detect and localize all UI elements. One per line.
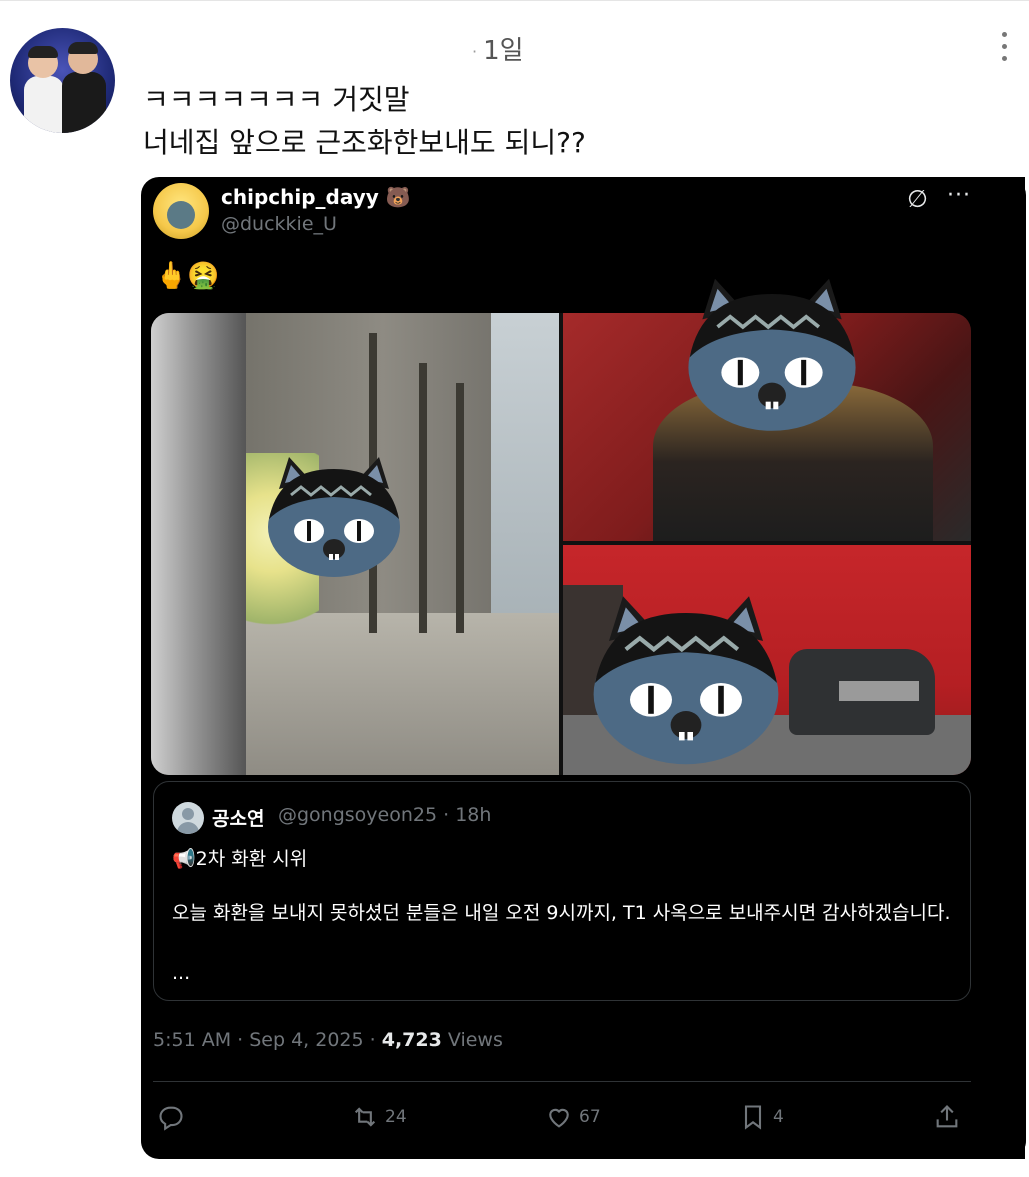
- quoted-author-avatar[interactable]: [153, 183, 209, 239]
- reply-time[interactable]: · 1일: [472, 30, 524, 67]
- cat-sticker-2: [688, 278, 856, 431]
- share-icon: [936, 1105, 958, 1128]
- tweet-meta: 5:51 AM · Sep 4, 2025 · 4,723 Views: [153, 1029, 503, 1051]
- nested-quote-handle[interactable]: @gongsoyeon25 · 18h: [278, 804, 491, 826]
- views-label: Views: [441, 1029, 503, 1051]
- tweet-timestamp[interactable]: 5:51 AM · Sep 4, 2025 ·: [153, 1029, 382, 1051]
- nested-quote-author-name[interactable]: 공소연: [212, 804, 264, 831]
- reply-text-line2: 너네집 앞으로 근조화한보내도 되니??: [143, 126, 586, 159]
- bookmark-icon: [744, 1105, 762, 1130]
- scrollbar[interactable]: [997, 177, 1025, 1159]
- retweet-button[interactable]: 24: [351, 1099, 407, 1135]
- quoted-author-name[interactable]: chipchip_dayy 🐻: [221, 185, 411, 209]
- reply-icon: [159, 1106, 183, 1131]
- reply-text-line1: ㅋㅋㅋㅋㅋㅋㅋ 거짓말: [143, 83, 410, 116]
- nested-quote-card[interactable]: 공소연 @gongsoyeon25 · 18h 📢2차 화환 시위 오늘 화환을…: [153, 781, 971, 1001]
- bookmark-count: 4: [773, 1107, 784, 1127]
- heart-icon: [549, 1108, 569, 1128]
- ghost-icon[interactable]: ∅: [907, 185, 928, 213]
- tweet-emoji-text: 🖕🤮: [155, 261, 220, 291]
- bookmark-button[interactable]: 4: [739, 1099, 784, 1135]
- share-button[interactable]: [933, 1099, 967, 1135]
- default-avatar-icon[interactable]: [172, 802, 204, 834]
- more-horizontal-icon[interactable]: ···: [947, 183, 971, 208]
- quoted-author-handle[interactable]: @duckkie_U: [221, 213, 337, 235]
- views-count: 4,723: [381, 1029, 442, 1051]
- nested-quote-ellipsis: ...: [172, 962, 191, 984]
- retweet-count: 24: [385, 1107, 407, 1127]
- reply-button[interactable]: [157, 1099, 191, 1135]
- nested-quote-title: 📢2차 화환 시위: [172, 848, 308, 870]
- like-count: 67: [579, 1107, 601, 1127]
- reply-time-text: 1일: [483, 36, 524, 66]
- reply-author-avatar[interactable]: [10, 28, 115, 133]
- nested-quote-body: 오늘 화환을 보내지 못하셨던 분들은 내일 오전 9시까지, T1 사옥으로 …: [172, 902, 951, 924]
- top-divider: [0, 0, 1029, 1]
- like-button[interactable]: 67: [545, 1099, 601, 1135]
- cat-sticker-1: [268, 457, 400, 577]
- actions-divider: [153, 1081, 971, 1082]
- quoted-tweet-card[interactable]: chipchip_dayy 🐻 @duckkie_U ∅ ··· 🖕🤮 공소연 …: [141, 177, 1026, 1159]
- cat-sticker-3: [593, 596, 779, 765]
- retweet-icon: [354, 1107, 376, 1127]
- more-vertical-icon[interactable]: [998, 32, 1010, 66]
